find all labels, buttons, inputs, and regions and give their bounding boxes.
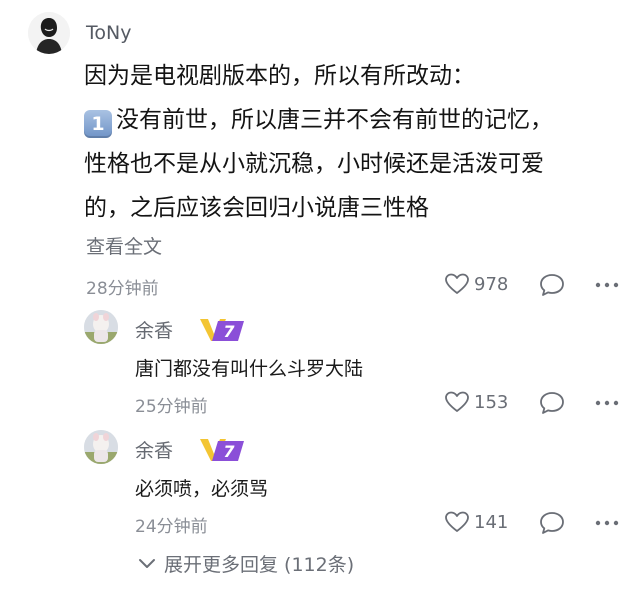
like-button[interactable]: 141 [444,510,508,534]
reply-time: 25分钟前 [135,397,208,417]
chevron-down-icon [139,558,155,568]
reply-avatar[interactable] [84,430,118,464]
comment-line: 因为是电视剧版本的，所以有所改动： [84,63,475,89]
expand-replies-label: 展开更多回复 (112条) [164,554,355,576]
heart-icon [445,391,469,412]
comment-time: 28分钟前 [86,279,159,299]
more-dots-icon[interactable] [594,272,620,298]
reply-avatar[interactable] [84,310,118,344]
vip-badge-icon: 7 [200,439,244,461]
reply-time: 24分钟前 [135,517,208,537]
comment-bubble-icon[interactable] [538,272,566,298]
comment-line: 的，之后应该会回归小说唐三性格 [84,195,429,221]
like-button[interactable]: 978 [444,272,508,296]
more-dots-icon[interactable] [594,390,620,416]
vip-badge-icon: 7 [200,319,244,341]
heart-icon [445,511,469,532]
more-dots-icon[interactable] [594,510,620,536]
reply-username[interactable]: 余香 [135,316,173,343]
heart-icon [445,273,469,294]
svg-text:7: 7 [223,442,235,461]
username[interactable]: ToNy [86,22,131,44]
comment-line: 性格也不是从小就沉稳，小时候还是活泼可爱 [84,151,544,177]
comment-line-text: 没有前世，所以唐三并不会有前世的记忆， [116,107,553,133]
comment-bubble-icon[interactable] [538,510,566,536]
comment-meta-row: 28分钟前 978 [0,270,640,300]
user-avatar[interactable] [28,12,70,54]
see-full-text-link[interactable]: 查看全文 [86,232,162,259]
comment-bubble-icon[interactable] [538,390,566,416]
comment-line: 1 没有前世，所以唐三并不会有前世的记忆， [84,98,624,142]
reply-username[interactable]: 余香 [135,436,173,463]
expand-replies-button[interactable]: 展开更多回复 (112条) [138,550,354,577]
svg-text:7: 7 [223,322,235,341]
keycap-one-emoji: 1 [84,110,112,138]
like-count: 141 [474,511,509,533]
like-button[interactable]: 153 [444,390,508,414]
like-count: 153 [474,391,509,413]
comment-text: 因为是电视剧版本的，所以有所改动： 1 没有前世，所以唐三并不会有前世的记忆， 性… [84,54,624,230]
reply-text: 唐门都没有叫什么斗罗大陆 [135,358,364,380]
like-count: 978 [474,273,509,295]
reply-text: 必须喷，必须骂 [135,478,269,500]
